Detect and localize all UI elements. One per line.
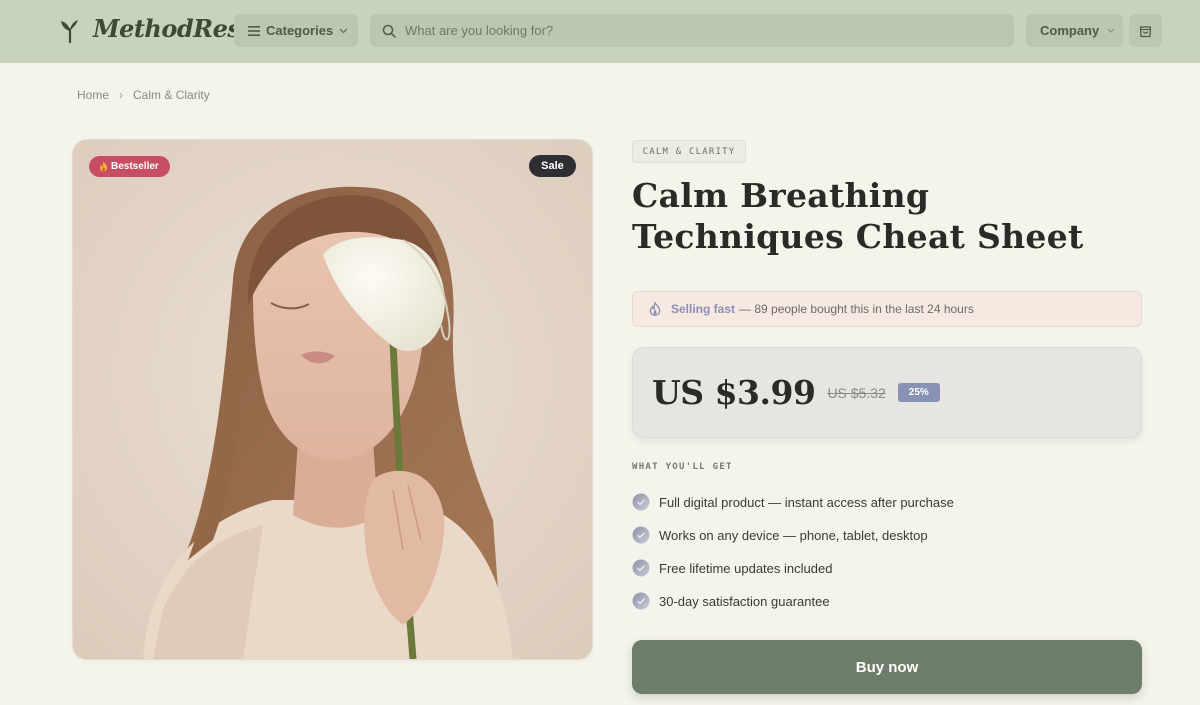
buy-now-button[interactable]: Buy now [632, 640, 1142, 694]
feature-text: Free lifetime updates included [659, 560, 833, 576]
discount-badge: 25% [897, 383, 940, 402]
categories-button[interactable]: Categories [234, 14, 358, 47]
company-button[interactable]: Company [1026, 14, 1123, 47]
check-circle-icon [632, 493, 650, 511]
feature-item: Full digital product — instant access af… [632, 493, 954, 511]
product-photo [73, 140, 592, 659]
search-bar[interactable] [370, 14, 1014, 47]
breadcrumb-home[interactable]: Home [77, 88, 109, 102]
original-price: US $5.32 [827, 384, 886, 401]
breadcrumb: Home › Calm & Clarity [77, 88, 210, 102]
chevron-down-icon [1107, 28, 1115, 33]
feature-text: 30-day satisfaction guarantee [659, 593, 830, 609]
features-heading: WHAT YOU'LL GET [632, 462, 733, 472]
bestseller-badge: Bestseller [89, 156, 170, 177]
categories-label: Categories [266, 23, 334, 38]
feature-item: Works on any device — phone, tablet, des… [632, 526, 928, 544]
menu-icon [248, 25, 260, 36]
check-circle-icon [632, 559, 650, 577]
sale-badge: Sale [529, 155, 576, 177]
product-title: Calm Breathing Techniques Cheat Sheet [632, 176, 1084, 256]
search-icon [382, 24, 396, 38]
flame-icon [649, 302, 661, 316]
feature-item: 30-day satisfaction guarantee [632, 592, 830, 610]
feature-text: Full digital product — instant access af… [659, 494, 954, 510]
category-tag[interactable]: CALM & CLARITY [632, 140, 746, 163]
shopping-bag-icon [1139, 26, 1152, 38]
urgency-strong: Selling fast [671, 302, 736, 316]
company-label: Company [1040, 23, 1100, 38]
breadcrumb-separator: › [119, 88, 124, 102]
cart-button[interactable] [1129, 14, 1162, 47]
sprout-logo-icon[interactable] [60, 19, 80, 43]
brand-name[interactable]: MethodRest [93, 14, 251, 43]
breadcrumb-current[interactable]: Calm & Clarity [133, 88, 210, 102]
search-input[interactable] [405, 23, 985, 38]
bestseller-label: Bestseller [111, 161, 159, 172]
check-circle-icon [632, 592, 650, 610]
urgency-text: — 89 people bought this in the last 24 h… [739, 302, 974, 316]
current-price: US $3.99 [652, 373, 816, 412]
check-circle-icon [632, 526, 650, 544]
top-header: MethodRest Categories Company [0, 0, 1200, 63]
price-card: US $3.99 US $5.32 25% [632, 347, 1142, 438]
feature-text: Works on any device — phone, tablet, des… [659, 527, 928, 543]
flame-icon [100, 161, 108, 172]
chevron-down-icon [339, 28, 348, 33]
feature-item: Free lifetime updates included [632, 559, 832, 577]
product-image-card[interactable]: Bestseller Sale [73, 140, 592, 659]
urgency-banner: Selling fast — 89 people bought this in … [632, 291, 1142, 327]
